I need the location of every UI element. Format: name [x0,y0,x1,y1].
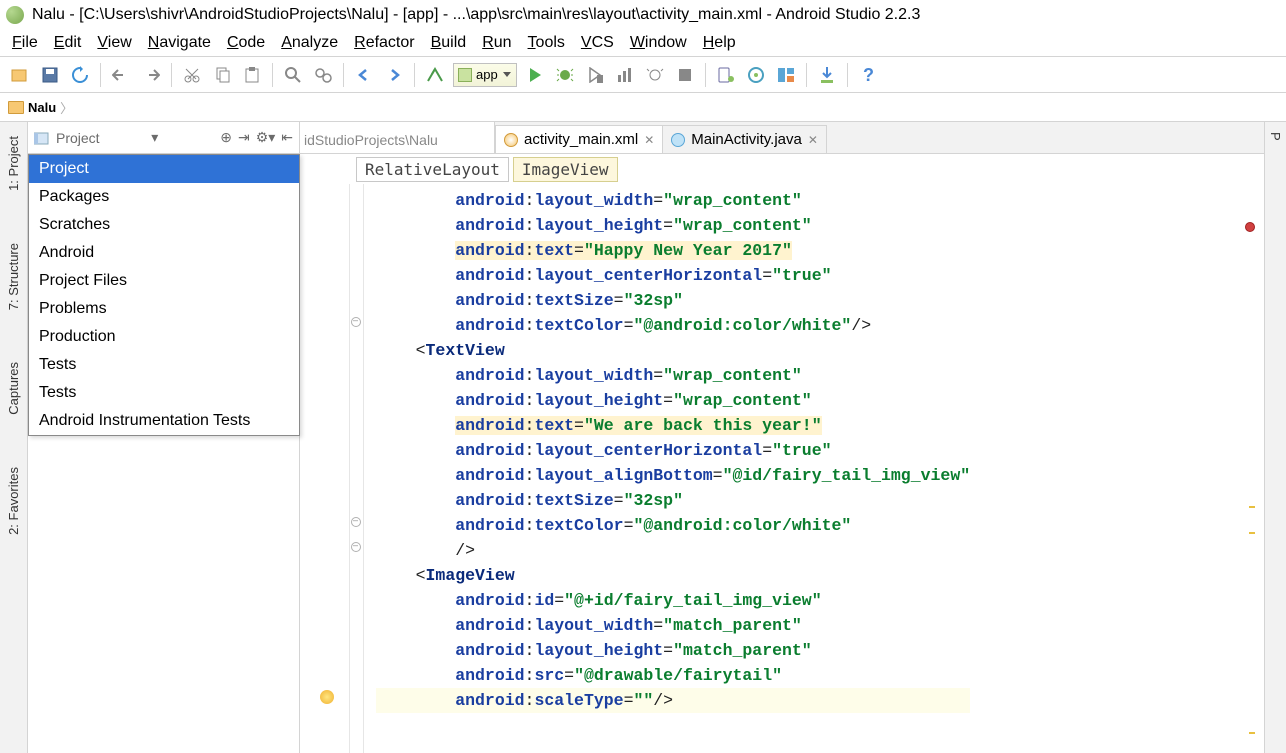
rail----structure[interactable]: 7: Structure [4,237,23,316]
layout-inspector-icon[interactable] [774,63,798,87]
project-panel-header: Project ▾ ⊕ ⇥ ⚙▾ ⇤ [28,122,299,154]
dropdown-item[interactable]: Problems [29,295,299,323]
menu-code[interactable]: Code [219,32,273,54]
fold-toggle-icon[interactable] [351,542,361,552]
navigation-breadcrumb: Nalu 〉 [0,92,1286,122]
sdk-icon[interactable] [744,63,768,87]
collapse-icon[interactable]: ⇥ [238,129,250,146]
fold-toggle-icon[interactable] [351,317,361,327]
editor-tab[interactable]: MainActivity.java ✕ [662,125,827,153]
dropdown-item[interactable]: Packages [29,183,299,211]
rail----project[interactable]: 1: Project [4,130,23,197]
close-icon[interactable]: ✕ [808,133,818,147]
run-coverage-icon[interactable] [583,63,607,87]
dropdown-item[interactable]: Production [29,323,299,351]
open-icon[interactable] [8,63,32,87]
svg-text:?: ? [863,65,874,85]
back-icon[interactable] [352,63,376,87]
locate-icon[interactable]: ⊕ [220,129,232,146]
project-view-dropdown: ProjectPackagesScratchesAndroidProject F… [28,154,300,436]
close-icon[interactable]: ✕ [644,133,654,147]
replace-icon[interactable] [311,63,335,87]
help-icon[interactable]: ? [856,63,880,87]
editor-tab[interactable]: activity_main.xml ✕ [495,125,663,153]
make-icon[interactable] [423,63,447,87]
file-icon [671,133,685,147]
save-icon[interactable] [38,63,62,87]
chevron-right-icon: 〉 [60,98,73,117]
attach-debugger-icon[interactable] [643,63,667,87]
menu-build[interactable]: Build [423,32,475,54]
menu-run[interactable]: Run [474,32,519,54]
cut-icon[interactable] [180,63,204,87]
window-title: Nalu - [C:\Users\shivr\AndroidStudioProj… [32,6,920,24]
menu-refactor[interactable]: Refactor [346,32,422,54]
code-editor[interactable]: android:layout_width="wrap_content" andr… [364,184,970,753]
undo-icon[interactable] [109,63,133,87]
main-toolbar: app ? [0,56,1286,92]
avd-icon[interactable] [714,63,738,87]
tab-label: activity_main.xml [524,131,638,148]
editor-area: idStudioProjects\Nalu activity_main.xml ✕… [300,122,1264,753]
dropdown-item[interactable]: Android Instrumentation Tests [29,407,299,435]
intention-bulb-icon[interactable] [320,690,334,704]
menu-window[interactable]: Window [622,32,695,54]
rail-captures[interactable]: Captures [4,356,23,421]
file-icon [504,133,518,147]
tree-path-text: idStudioProjects\Nalu [300,122,495,154]
debug-icon[interactable] [553,63,577,87]
fold-gutter[interactable] [350,184,364,753]
run-icon[interactable] [523,63,547,87]
warning-marker-icon[interactable] [1249,732,1255,734]
gutter[interactable] [300,184,350,753]
menu-tools[interactable]: Tools [520,32,573,54]
paste-icon[interactable] [240,63,264,87]
warning-marker-icon[interactable] [1249,506,1255,508]
folder-icon [8,101,24,114]
redo-icon[interactable] [139,63,163,87]
menu-navigate[interactable]: Navigate [140,32,219,54]
menu-file[interactable]: File [4,32,46,54]
module-icon [34,131,50,145]
dropdown-item[interactable]: Android [29,239,299,267]
menu-view[interactable]: View [89,32,139,54]
hide-icon[interactable]: ⇤ [281,129,293,146]
dropdown-item[interactable]: Scratches [29,211,299,239]
panel-title[interactable]: Project [56,130,100,146]
xml-breadcrumb: RelativeLayoutImageView [300,154,1264,184]
rail----favorites[interactable]: 2: Favorites [4,461,23,541]
profiler-icon[interactable] [613,63,637,87]
stop-icon[interactable] [673,63,697,87]
find-icon[interactable] [281,63,305,87]
dropdown-item[interactable]: Tests [29,379,299,407]
nav-root[interactable]: Nalu [28,100,56,115]
sync-icon[interactable] [68,63,92,87]
fold-toggle-icon[interactable] [351,517,361,527]
gear-icon[interactable]: ⚙▾ [256,129,276,146]
breadcrumb-item[interactable]: RelativeLayout [356,157,509,182]
copy-icon[interactable] [210,63,234,87]
chevron-down-icon[interactable]: ▾ [151,129,158,146]
menu-help[interactable]: Help [695,32,744,54]
error-indicator-icon[interactable] [1245,222,1255,232]
project-panel: Project ▾ ⊕ ⇥ ⚙▾ ⇤ ProjectPackagesScratc… [28,122,300,753]
palette-tab[interactable]: P [1267,128,1284,145]
warning-marker-icon[interactable] [1249,532,1255,534]
menu-edit[interactable]: Edit [46,32,90,54]
run-config-combo[interactable]: app [453,63,517,87]
breadcrumb-item[interactable]: ImageView [513,157,618,182]
left-tool-rail: 1: Project 7: Structure Captures 2: Favorit… [0,122,28,753]
tab-label: MainActivity.java [691,131,802,148]
menu-analyze[interactable]: Analyze [273,32,346,54]
right-tool-rail: P [1264,122,1286,753]
titlebar: Nalu - [C:\Users\shivr\AndroidStudioProj… [0,0,1286,30]
forward-icon[interactable] [382,63,406,87]
dropdown-item[interactable]: Project [29,155,299,183]
android-studio-icon [6,6,24,24]
menubar: FileEditViewNavigateCodeAnalyzeRefactorB… [0,30,1286,56]
download-icon[interactable] [815,63,839,87]
dropdown-item[interactable]: Project Files [29,267,299,295]
menu-vcs[interactable]: VCS [573,32,622,54]
dropdown-item[interactable]: Tests [29,351,299,379]
